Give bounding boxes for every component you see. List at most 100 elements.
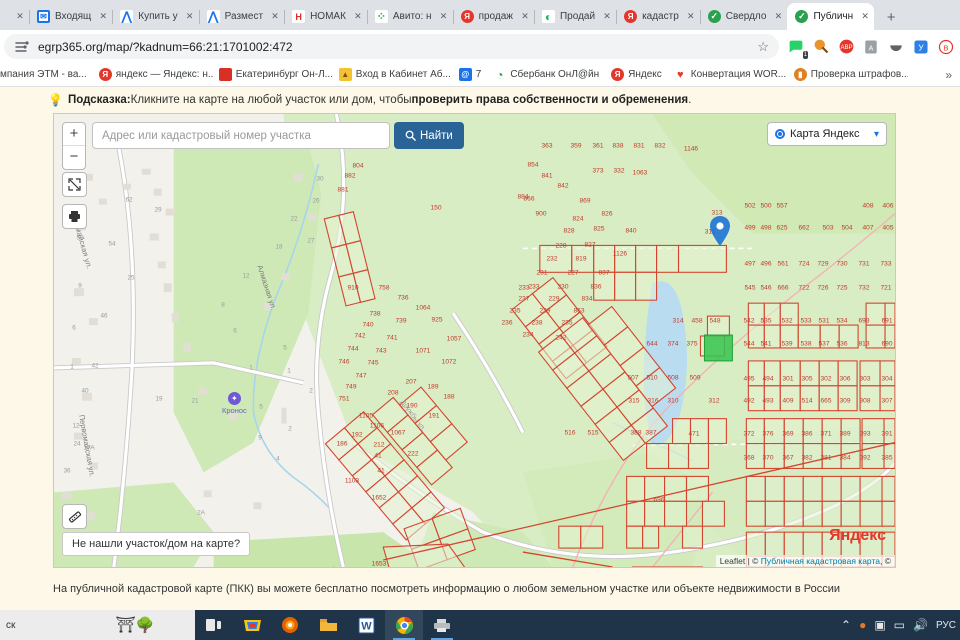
parcel-number[interactable]: 503 [822,225,833,232]
bookmark-item[interactable]: @ 7 [453,68,488,81]
parcel-number[interactable]: 1103 [345,478,359,485]
parcel-number[interactable]: 749 [345,384,356,391]
parcel-number[interactable]: 863 [573,308,584,315]
parcel-number[interactable]: 691 [881,318,892,325]
parcel-number[interactable]: 546 [760,285,771,292]
parcel-number[interactable]: 370 [762,455,773,462]
zoom-controls[interactable]: + − [62,122,86,170]
bookmarks-overflow-button[interactable]: » [937,68,960,82]
parcel-number[interactable]: 191 [428,413,439,420]
bookmark-item[interactable]: Я яндекс — Яндекс: н... [93,68,213,81]
parcel-number[interactable]: 758 [378,285,389,292]
browser-tab[interactable]: ✓ Свердло ✕ [699,3,788,30]
parcel-number[interactable]: 732 [858,285,869,292]
parcel-number[interactable]: 406 [882,203,893,210]
parcel-number[interactable]: 537 [818,341,829,348]
parcel-number[interactable]: 745 [367,360,378,367]
parcel-number[interactable]: 306 [839,376,850,383]
parcel-number[interactable]: 824 [572,216,583,223]
parcel-number[interactable]: 368 [743,455,754,462]
bookmark-item[interactable]: Екатеринбург Он-Л... [213,68,333,81]
parcel-number[interactable]: 236 [501,320,512,327]
parcel-number[interactable]: 1067 [391,430,406,437]
parcel-number[interactable]: 496 [760,261,771,268]
parcel-number[interactable]: 746 [338,359,349,366]
parcel-number[interactable]: 458 [691,318,702,325]
parcel-number[interactable]: 494 [762,376,773,383]
parcel-number[interactable]: 41 [374,453,381,460]
vk-extension-icon[interactable]: B [935,36,957,58]
parcel-number[interactable]: 190 [406,403,417,410]
parcel-number[interactable]: 510 [646,375,657,382]
tab-close-icon[interactable]: ✕ [351,10,365,24]
parcel-number[interactable]: 471 [688,431,699,438]
parcel-number[interactable]: 535 [760,318,771,325]
parcel-number[interactable]: 301 [782,376,793,383]
start-area[interactable]: ск ⛩ 🌳 [0,610,195,640]
map-container[interactable]: Первомайская ул. Первомайская ул. Алмазн… [53,113,896,568]
parcel-number[interactable]: 836 [590,284,601,291]
parcel-number[interactable]: 332 [613,168,624,175]
parcel-number[interactable]: 747 [355,373,366,380]
measure-button[interactable] [62,504,87,529]
parcel-number[interactable]: 313 [711,210,722,217]
tab-close-icon[interactable]: ✕ [518,10,532,24]
parcel-number[interactable]: 1072 [442,359,457,366]
parcel-number[interactable]: 387 [645,430,656,437]
browser-tab[interactable]: ⁘ Авито: н ✕ [366,3,453,30]
parcel-number[interactable]: 828 [563,228,574,235]
parcel-number[interactable]: 842 [557,183,568,190]
tab-close-icon[interactable]: ✕ [437,10,451,24]
map-canvas[interactable]: Первомайская ул. Первомайская ул. Алмазн… [54,114,895,567]
parcel-number[interactable]: 1126 [613,251,627,258]
parcel-number[interactable]: 507 [627,375,638,382]
parcel-number[interactable]: 304 [881,376,892,383]
browser-tab[interactable]: ✉ Входящ ✕ [29,3,112,30]
adblock-extension-icon[interactable]: ABP [835,36,857,58]
parcel-number[interactable]: 311 [705,229,716,236]
parcel-number[interactable]: 827 [584,242,595,249]
parcel-number[interactable]: 382 [801,455,812,462]
word-taskbar-icon[interactable]: W [347,610,385,640]
parcel-number[interactable]: 538 [800,341,811,348]
parcel-number[interactable]: 724 [798,261,809,268]
bookmark-star-icon[interactable]: ☆ [757,39,773,55]
tab-close-icon[interactable]: ✕ [858,10,872,24]
tab-close-icon[interactable]: ✕ [96,10,110,24]
parcel-number[interactable]: 548 [709,318,720,325]
parcel-number[interactable]: 232 [546,256,557,263]
parcel-number[interactable]: 369 [782,431,793,438]
tab-close-icon[interactable]: ✕ [13,10,27,24]
parcel-number[interactable]: 743 [375,348,386,355]
site-settings-icon[interactable] [14,39,30,55]
parcel-number[interactable]: 1105 [359,413,373,420]
parcel-number[interactable]: 235 [509,308,520,315]
bookmark-item[interactable]: ♥ Конвертация WOR... [668,68,788,81]
map-search-bar[interactable]: Найти [92,122,464,149]
not-found-button[interactable]: Не нашли участок/дом на карте? [62,532,251,556]
parcel-number[interactable]: 312 [708,398,719,405]
parcel-number[interactable]: 882 [344,173,355,180]
browser-tab[interactable]: Я кадастр ✕ [616,3,700,30]
parcel-number[interactable]: 186 [336,441,347,448]
parcel-number[interactable]: 493 [762,398,773,405]
battery-tray-icon[interactable]: ▭ [894,618,905,632]
parcel-number[interactable]: 825 [593,226,604,233]
parcel-number[interactable]: 834 [581,296,592,303]
parcel-number[interactable]: 409 [782,398,793,405]
parcel-number[interactable]: 309 [839,398,850,405]
parcel-number[interactable]: 405 [882,225,893,232]
parcel-number[interactable]: 310 [667,398,678,405]
vkontakte-taskbar-icon[interactable] [233,610,271,640]
parcel-number[interactable]: 561 [777,261,788,268]
parcel-number[interactable]: 736 [397,295,408,302]
parcel-number[interactable]: 408 [862,203,873,210]
parcel-number[interactable]: 498 [760,225,771,232]
zoom-in-button[interactable]: + [63,123,85,146]
parcel-number[interactable]: 391 [881,431,892,438]
parcel-number[interactable]: 492 [743,398,754,405]
parcel-number[interactable]: 371 [820,431,831,438]
parcel-number[interactable]: 207 [405,379,416,386]
parcel-number[interactable]: 233 [518,285,529,292]
parcel-number[interactable]: 869 [579,198,590,205]
